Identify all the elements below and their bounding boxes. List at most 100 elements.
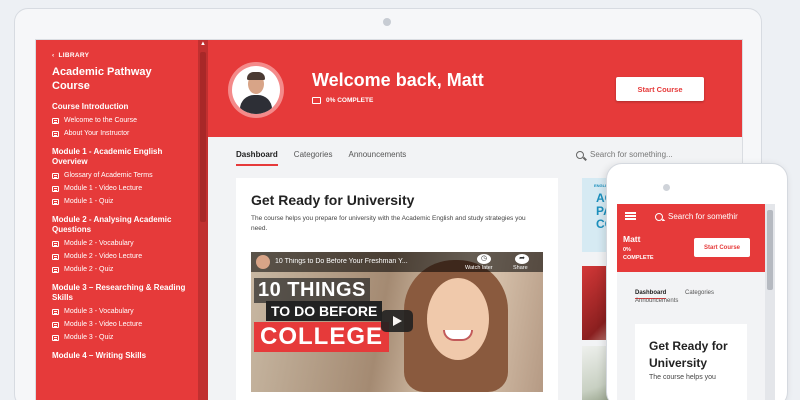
search-icon bbox=[576, 150, 584, 159]
sidebar-section-title[interactable]: Module 3 – Researching & Reading Skills bbox=[52, 283, 187, 303]
sidebar-lesson-item[interactable]: About Your Instructor bbox=[52, 129, 198, 138]
sidebar-lesson-label: Module 3 - Quiz bbox=[64, 334, 114, 341]
sidebar-lesson-label: Module 1 - Quiz bbox=[64, 198, 114, 205]
progress-indicator: 0% COMPLETE bbox=[312, 97, 373, 104]
sidebar-lesson-item[interactable]: Module 3 - Quiz bbox=[52, 333, 198, 342]
mobile-user-name: Matt bbox=[623, 234, 641, 244]
mobile-device: Search for somethir Matt 0% COMPLETE Sta… bbox=[606, 163, 788, 400]
lesson-icon bbox=[52, 117, 59, 124]
sidebar-section-title[interactable]: Module 4 – Writing Skills bbox=[52, 351, 187, 361]
share-label[interactable]: Share bbox=[513, 265, 528, 271]
mobile-scrollbar[interactable] bbox=[765, 204, 775, 400]
sidebar-lesson-label: Module 2 - Quiz bbox=[64, 266, 114, 273]
sidebar-section-title[interactable]: Module 2 - Analysing Academic Questions bbox=[52, 215, 187, 235]
mobile-search-field[interactable]: Search for somethir bbox=[655, 212, 765, 221]
sidebar-lesson-item[interactable]: Welcome to the Course bbox=[52, 116, 198, 125]
sidebar-scroll-thumb[interactable] bbox=[200, 52, 206, 222]
monitor-icon bbox=[312, 97, 321, 104]
lesson-icon bbox=[52, 172, 59, 179]
tab-announcements[interactable]: Announcements bbox=[348, 150, 406, 166]
lesson-icon bbox=[52, 198, 59, 205]
avatar-photo bbox=[232, 66, 280, 114]
video-player[interactable]: 10 Things to Do Before Your Freshman Y..… bbox=[251, 252, 543, 392]
watch-later-label[interactable]: Watch later bbox=[465, 265, 493, 271]
avatar-hair bbox=[247, 72, 265, 80]
phone-camera-dot bbox=[663, 184, 670, 191]
welcome-hero: Welcome back, Matt 0% COMPLETE Start Cou… bbox=[208, 40, 742, 137]
sidebar-lesson-item[interactable]: Module 2 - Vocabulary bbox=[52, 239, 198, 248]
course-card: Get Ready for University The course help… bbox=[236, 178, 558, 400]
lesson-icon bbox=[52, 334, 59, 341]
library-label: LIBRARY bbox=[58, 52, 90, 59]
sidebar-lesson-label: Module 2 - Video Lecture bbox=[64, 253, 143, 260]
overlay-text-line3: COLLEGE bbox=[254, 322, 390, 352]
mobile-search-placeholder: Search for somethir bbox=[668, 212, 738, 221]
mobile-card-text: The course helps you bbox=[649, 374, 716, 381]
sidebar-lesson-item[interactable]: Glossary of Academic Terms bbox=[52, 171, 198, 180]
tab-dashboard[interactable]: Dashboard bbox=[236, 150, 278, 166]
video-title-bar: 10 Things to Do Before Your Freshman Y..… bbox=[251, 252, 543, 272]
sidebar-lesson-label: Module 3 - Vocabulary bbox=[64, 308, 134, 315]
video-person-face bbox=[427, 278, 489, 360]
video-title[interactable]: 10 Things to Do Before Your Freshman Y..… bbox=[275, 258, 455, 265]
overlay-text-line2: TO DO BEFORE bbox=[266, 301, 383, 321]
scroll-up-icon[interactable]: ▲ bbox=[198, 41, 208, 47]
search-icon bbox=[655, 212, 663, 221]
sidebar-lesson-item[interactable]: Module 2 - Quiz bbox=[52, 265, 198, 274]
library-back-link[interactable]: ‹ LIBRARY bbox=[52, 52, 198, 59]
sidebar-lesson-item[interactable]: Module 3 - Video Lecture bbox=[52, 320, 198, 329]
sidebar-lesson-item[interactable]: Module 1 - Quiz bbox=[52, 197, 198, 206]
webcam-dot bbox=[383, 18, 391, 26]
welcome-heading: Welcome back, Matt bbox=[312, 70, 484, 90]
sidebar-lesson-item[interactable]: Module 2 - Video Lecture bbox=[52, 252, 198, 261]
mobile-card-title: Get Ready for University bbox=[649, 339, 728, 370]
sidebar-lesson-label: Module 1 - Video Lecture bbox=[64, 185, 143, 192]
search-placeholder: Search for something... bbox=[590, 150, 673, 159]
course-tabs: Dashboard Categories Announcements bbox=[236, 150, 406, 166]
sidebar-lesson-label: About Your Instructor bbox=[64, 130, 130, 137]
sidebar-section-title[interactable]: Module 1 - Academic English Overview bbox=[52, 147, 187, 167]
clock-icon[interactable]: ◷ bbox=[477, 254, 491, 264]
search-field[interactable]: Search for something... bbox=[576, 150, 673, 159]
sidebar-lesson-label: Module 2 - Vocabulary bbox=[64, 240, 134, 247]
sidebar-lesson-item[interactable]: Module 3 - Vocabulary bbox=[52, 307, 198, 316]
sidebar-section-title[interactable]: Course Introduction bbox=[52, 102, 187, 112]
play-button-icon[interactable] bbox=[381, 310, 413, 332]
avatar-suit bbox=[240, 95, 272, 114]
start-course-button[interactable]: Start Course bbox=[616, 77, 704, 101]
lesson-icon bbox=[52, 185, 59, 192]
mobile-course-card: Get Ready for University The course help… bbox=[635, 324, 747, 400]
sidebar-lesson-item[interactable]: Module 1 - Video Lecture bbox=[52, 184, 198, 193]
sidebar-lesson-label: Module 3 - Video Lecture bbox=[64, 321, 143, 328]
overlay-text-line1: 10 THINGS bbox=[254, 278, 370, 303]
sidebar-lesson-label: Welcome to the Course bbox=[64, 117, 138, 124]
course-title: Academic Pathway Course bbox=[52, 66, 152, 92]
lesson-icon bbox=[52, 130, 59, 137]
progress-text: 0% COMPLETE bbox=[326, 97, 374, 104]
lesson-icon bbox=[52, 266, 59, 273]
mobile-progress-text: 0% COMPLETE bbox=[623, 247, 654, 261]
course-sidebar: ‹ LIBRARY Academic Pathway Course Course… bbox=[36, 40, 198, 400]
card-description: The course helps you prepare for univers… bbox=[251, 215, 526, 232]
mobile-tab-categories[interactable]: Categories bbox=[685, 290, 714, 296]
hamburger-menu-icon[interactable] bbox=[625, 212, 636, 220]
mobile-screen: Search for somethir Matt 0% COMPLETE Sta… bbox=[617, 204, 775, 400]
sidebar-scrollbar[interactable]: ▲ ▼ bbox=[198, 40, 208, 400]
mobile-hero: Matt 0% COMPLETE Start Course bbox=[617, 228, 765, 272]
lesson-icon bbox=[52, 253, 59, 260]
mobile-tab-announcements[interactable]: Announcements bbox=[635, 298, 678, 304]
lesson-icon bbox=[52, 240, 59, 247]
share-icon[interactable]: ➦ bbox=[515, 254, 529, 264]
mobile-start-course-button[interactable]: Start Course bbox=[694, 238, 750, 257]
lesson-icon bbox=[52, 321, 59, 328]
chevron-left-icon: ‹ bbox=[52, 52, 55, 59]
tab-categories[interactable]: Categories bbox=[294, 150, 333, 166]
sidebar-sections: Course Introduction Welcome to the Course… bbox=[52, 102, 198, 361]
sidebar-lesson-label: Glossary of Academic Terms bbox=[64, 172, 153, 179]
channel-avatar[interactable] bbox=[256, 255, 270, 269]
card-title: Get Ready for University bbox=[251, 192, 415, 208]
lesson-icon bbox=[52, 308, 59, 315]
mobile-top-bar: Search for somethir bbox=[617, 204, 765, 228]
avatar bbox=[228, 62, 284, 118]
mobile-scroll-thumb[interactable] bbox=[767, 210, 773, 290]
